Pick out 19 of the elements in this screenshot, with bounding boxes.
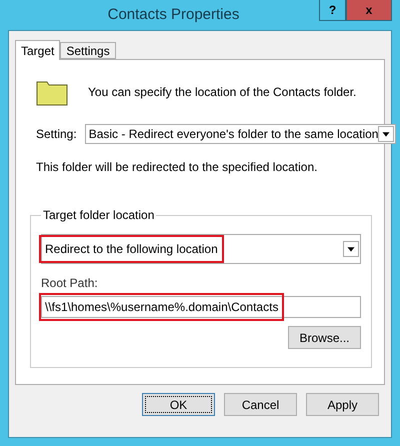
window-title: Contacts Properties: [106, 5, 240, 25]
setting-dropdown[interactable]: Basic - Redirect everyone's folder to the same location: [84, 124, 396, 144]
dialog-button[interactable]: Apply: [306, 393, 379, 416]
note-text: This folder will be redirected to the specified location.: [36, 160, 318, 174]
dialog-button[interactable]: OK: [142, 393, 215, 416]
browse-button[interactable]: Browse...: [288, 326, 361, 349]
location-dropdown[interactable]: Redirect to the following location: [41, 234, 361, 264]
root-path-value: \\fs1\homes\%username%.domain\Contacts: [39, 293, 284, 321]
setting-label: Setting:: [36, 127, 77, 141]
group-title: Target folder location: [42, 208, 156, 222]
root-path-label: Root Path:: [41, 276, 99, 290]
close-button[interactable]: x: [346, 0, 392, 21]
tab[interactable]: Target: [15, 40, 60, 60]
help-button[interactable]: ?: [319, 0, 346, 21]
dialog-button[interactable]: Cancel: [224, 393, 297, 416]
intro-text: You can specify the location of the Contacts folder.: [88, 85, 356, 99]
location-value: Redirect to the following location: [39, 235, 224, 263]
root-path-field[interactable]: \\fs1\homes\%username%.domain\Contacts: [41, 296, 361, 318]
tab[interactable]: Settings: [60, 42, 116, 59]
